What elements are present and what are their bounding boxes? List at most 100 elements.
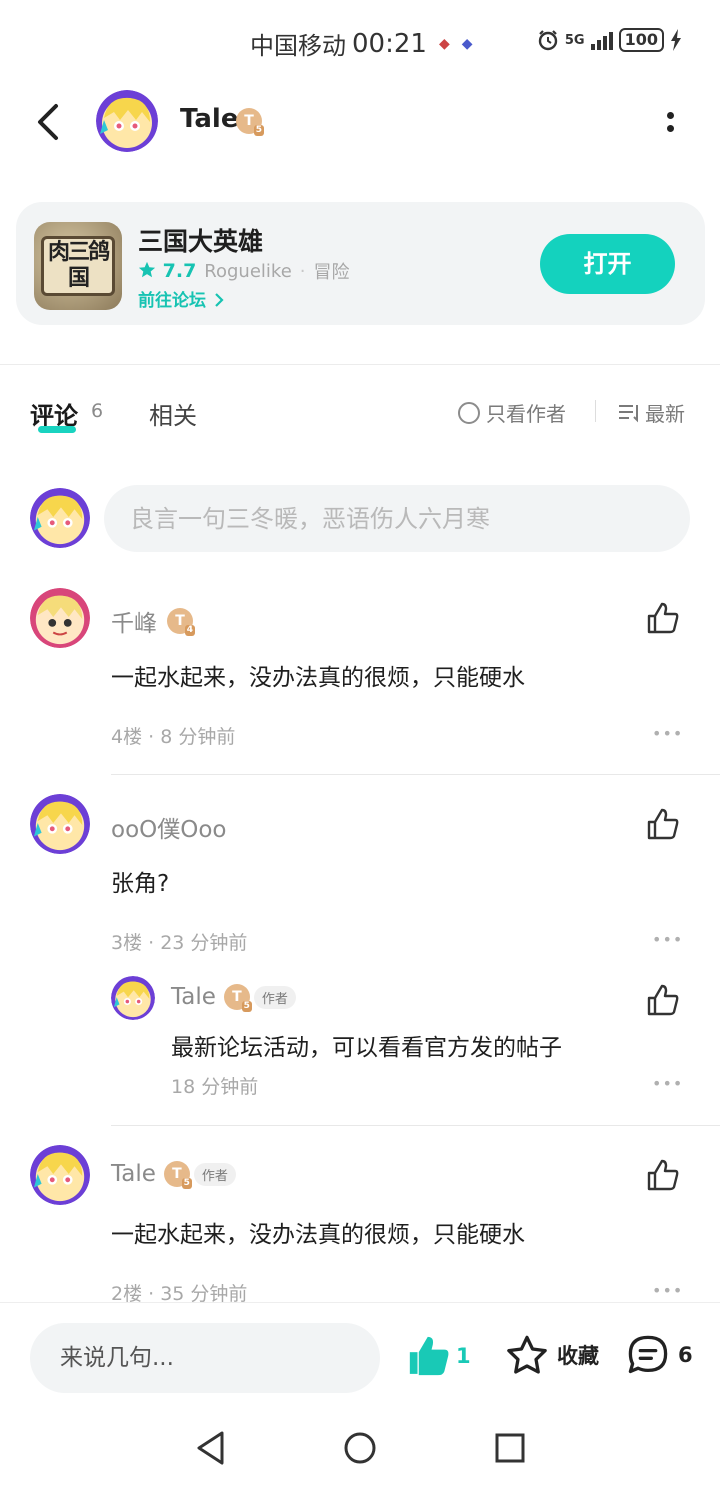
thumbs-up-icon[interactable] bbox=[645, 1157, 681, 1193]
comment-tabs: 评论 6 相关 只看作者 最新 bbox=[0, 390, 720, 438]
comment-bubble-icon bbox=[628, 1335, 668, 1374]
charging-icon bbox=[671, 29, 681, 51]
section-divider bbox=[0, 364, 720, 365]
bottom-action-bar: 1 收藏 6 bbox=[0, 1302, 720, 1412]
level-badge: T4 bbox=[167, 608, 195, 636]
comment-meta: 3楼 · 23 分钟前 bbox=[111, 932, 248, 954]
ellipsis-icon[interactable]: ••• bbox=[652, 1074, 683, 1093]
author-tag: 作者 bbox=[193, 1162, 236, 1186]
like-button[interactable]: 1 bbox=[406, 1333, 471, 1379]
level-badge: T 5 bbox=[236, 108, 264, 136]
comment-input[interactable] bbox=[104, 485, 690, 552]
game-meta: 7.7 Roguelike · 冒险 bbox=[138, 258, 350, 284]
system-nav-bar bbox=[0, 1412, 720, 1485]
radio-circle-icon bbox=[458, 401, 480, 424]
comment-divider bbox=[111, 774, 720, 775]
thumbs-up-icon bbox=[409, 1336, 449, 1376]
level-number: 5 bbox=[181, 1178, 192, 1189]
comments-count: 6 bbox=[91, 400, 104, 422]
comment-count: 6 bbox=[678, 1343, 693, 1367]
alarm-icon bbox=[538, 30, 558, 51]
game-icon-art: 肉三鸽国 bbox=[41, 236, 115, 296]
avatar[interactable] bbox=[30, 1145, 90, 1205]
favorite-button[interactable]: 收藏 bbox=[505, 1333, 599, 1377]
nav-back-icon[interactable] bbox=[194, 1430, 228, 1466]
reply-meta: 18 分钟前 bbox=[171, 1076, 259, 1098]
signal-icon bbox=[590, 30, 613, 50]
back-arrow-icon[interactable] bbox=[28, 100, 72, 144]
avatar[interactable] bbox=[111, 976, 155, 1020]
ellipsis-icon[interactable]: ••• bbox=[652, 724, 683, 743]
like-count: 1 bbox=[456, 1344, 471, 1368]
author-only-label: 只看作者 bbox=[486, 402, 566, 426]
author-name: Tale bbox=[171, 984, 216, 1010]
rating-value: 7.7 bbox=[162, 260, 197, 282]
reply-input[interactable] bbox=[30, 1323, 380, 1393]
comment-text: 一起水起来，没办法真的很烦，只能硬水 bbox=[111, 1222, 525, 1248]
comment-author[interactable]: ooO僕Ooo bbox=[111, 810, 227, 844]
sort-label: 最新 bbox=[645, 402, 685, 426]
author-name: Tale bbox=[111, 1161, 156, 1187]
favorite-label: 收藏 bbox=[557, 1344, 599, 1368]
comment-text: 一起水起来，没办法真的很烦，只能硬水 bbox=[111, 665, 525, 691]
carrier-label: 中国移动 bbox=[250, 32, 346, 60]
ellipsis-icon[interactable]: ••• bbox=[652, 930, 683, 949]
level-number: 5 bbox=[253, 125, 264, 136]
separator-dot: · bbox=[299, 260, 306, 282]
ellipsis-icon[interactable]: ••• bbox=[652, 1281, 683, 1300]
favorite-star-icon bbox=[507, 1335, 547, 1374]
author-name: 千峰 bbox=[111, 611, 157, 637]
network-label: 5G bbox=[564, 32, 585, 48]
forum-link[interactable]: 前往论坛 bbox=[138, 286, 226, 311]
game-title[interactable]: 三国大英雄 bbox=[138, 222, 263, 258]
author-only-filter[interactable]: 只看作者 bbox=[458, 398, 566, 427]
genre-tag: Roguelike bbox=[204, 260, 292, 282]
tab-related[interactable]: 相关 bbox=[149, 396, 197, 431]
thumbs-up-icon[interactable] bbox=[645, 982, 681, 1018]
reply-text: 最新论坛活动，可以看看官方发的帖子 bbox=[171, 1035, 562, 1061]
genre-tag: 冒险 bbox=[313, 262, 350, 283]
game-card[interactable]: 肉三鸽国 三国大英雄 7.7 Roguelike · 冒险 前往论坛 打开 bbox=[16, 202, 705, 325]
level-number: 5 bbox=[241, 1001, 252, 1012]
avatar[interactable] bbox=[96, 90, 158, 152]
comment-author[interactable]: 千峰 T4 bbox=[111, 604, 195, 638]
status-bar: 中国移动 00:21 ◆ ◆ 5G 100 bbox=[0, 0, 720, 84]
nav-recent-icon[interactable] bbox=[494, 1430, 526, 1466]
profile-name[interactable]: Tale bbox=[180, 104, 238, 134]
comment-divider bbox=[111, 1125, 720, 1126]
reply-author[interactable]: Tale T5 作者 bbox=[171, 984, 296, 1012]
comment-text: 张角? bbox=[111, 871, 170, 897]
nav-home-icon[interactable] bbox=[343, 1430, 377, 1466]
open-game-button[interactable]: 打开 bbox=[540, 234, 675, 294]
level-badge: T5 bbox=[163, 1161, 192, 1189]
level-number: 4 bbox=[184, 625, 195, 636]
avatar[interactable] bbox=[30, 588, 90, 648]
author-tag: 作者 bbox=[253, 985, 296, 1009]
level-letter: T bbox=[244, 113, 254, 129]
more-vertical-icon[interactable] bbox=[660, 102, 680, 142]
comment-author[interactable]: Tale T5 作者 bbox=[111, 1161, 236, 1189]
game-icon[interactable]: 肉三鸽国 bbox=[34, 222, 122, 310]
comment-meta: 4楼 · 8 分钟前 bbox=[111, 726, 236, 748]
thumbs-up-icon[interactable] bbox=[645, 806, 681, 842]
notification-icon: ◆ bbox=[438, 35, 450, 52]
avatar bbox=[30, 488, 90, 548]
chevron-right-icon bbox=[215, 293, 224, 307]
author-name: ooO僕Ooo bbox=[111, 817, 227, 843]
avatar[interactable] bbox=[30, 794, 90, 854]
battery-indicator: 100 bbox=[618, 28, 664, 52]
comments-button[interactable]: 6 bbox=[626, 1333, 693, 1377]
star-icon bbox=[138, 261, 156, 278]
sort-icon bbox=[619, 404, 638, 422]
filter-separator bbox=[595, 400, 596, 422]
sort-button[interactable]: 最新 bbox=[617, 398, 685, 427]
clock: 00:21 bbox=[352, 28, 427, 59]
tab-active-indicator bbox=[38, 426, 76, 433]
thumbs-up-icon[interactable] bbox=[645, 600, 681, 636]
notification-icon: ◆ bbox=[461, 35, 473, 52]
level-badge: T5 bbox=[223, 984, 252, 1012]
status-center: 中国移动 00:21 ◆ ◆ bbox=[250, 26, 473, 61]
game-rating: 7.7 bbox=[138, 260, 196, 282]
status-icons: 5G 100 bbox=[537, 28, 682, 52]
header: Tale T 5 bbox=[0, 84, 720, 160]
